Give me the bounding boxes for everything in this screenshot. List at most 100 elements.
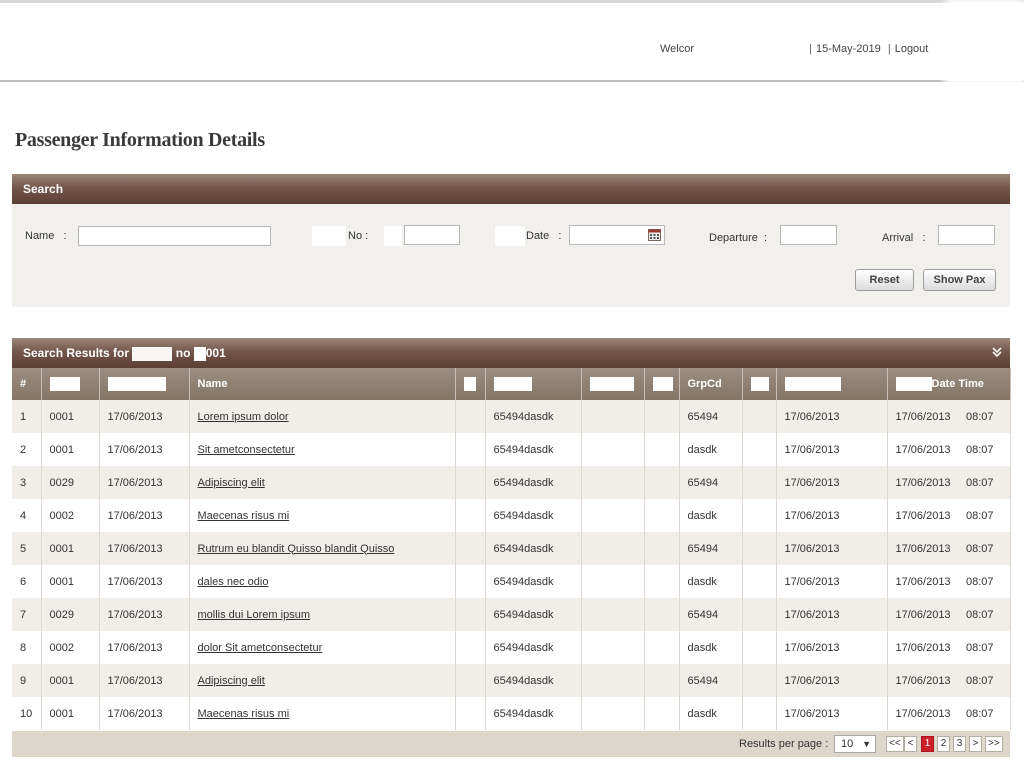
datetime-time: 08:07 (965, 608, 994, 621)
cell-redacted (644, 631, 680, 664)
page-3-button[interactable]: 3 (953, 736, 966, 752)
page-2-button[interactable]: 2 (937, 736, 950, 752)
table-row[interactable]: 2 0001 17/06/2013 Sit ametconsectetur 65494d… (12, 433, 1011, 466)
cell-redacted (581, 664, 645, 697)
cell-redacted (742, 532, 777, 565)
table-row[interactable]: 5 0001 17/06/2013 Rutrum eu blandit Quisso … (12, 532, 1011, 565)
last-page-button[interactable]: >> (985, 736, 1003, 752)
cell-redacted (644, 664, 680, 697)
name-input[interactable] (78, 226, 271, 246)
column-header-redacted[interactable] (41, 368, 100, 400)
cell-redacted (742, 466, 777, 499)
results-per-page-select[interactable]: 10 ▼ (834, 735, 876, 753)
table-row[interactable]: 9 0001 17/06/2013 Adipiscing elit 65494dasdk… (12, 664, 1011, 697)
page-1-button[interactable]: 1 (921, 736, 934, 752)
passenger-name-link[interactable]: Adipiscing elit (198, 675, 265, 687)
cell-redacted (455, 532, 486, 565)
name-label: Name : (25, 230, 67, 242)
datetime-time: 08:07 (965, 707, 994, 720)
cell-redacted (644, 532, 680, 565)
column-header-redacted[interactable] (581, 368, 645, 400)
column-header-name[interactable]: Name (189, 368, 456, 400)
column-header-redacted[interactable] (776, 368, 888, 400)
column-header-datetime[interactable]: Date Time (887, 368, 1011, 400)
cell-date: 17/06/2013 (99, 499, 190, 532)
cell-reference: 65494dasdk (485, 400, 582, 433)
passenger-name-link[interactable]: Adipiscing elit (198, 477, 265, 489)
passenger-name-link[interactable]: Maecenas risus mi (198, 510, 290, 522)
first-page-button[interactable]: << (886, 736, 904, 752)
passenger-name-link[interactable]: dales nec odio (198, 576, 269, 588)
reset-button[interactable]: Reset (855, 269, 914, 291)
cell-redacted (455, 499, 486, 532)
cell-grpcd: dasdk (679, 697, 743, 730)
cell-name: dolor Sit ametconsectetur (189, 631, 456, 664)
passenger-name-link[interactable]: mollis dui Lorem ipsum (198, 609, 310, 621)
cell-datetime: 17/06/2013 08:07 (887, 466, 1011, 499)
cell-grpcd: 65494 (679, 598, 743, 631)
departure-label: Departure : (709, 232, 768, 244)
cell-redacted (581, 400, 645, 433)
passenger-name-link[interactable]: Rutrum eu blandit Quisso blandit Quisso (198, 543, 395, 555)
date-input[interactable] (569, 225, 665, 245)
cell-redacted (742, 400, 777, 433)
cell-code: 0001 (41, 664, 100, 697)
column-header-index[interactable]: # (12, 368, 42, 400)
prev-page-button[interactable]: < (904, 736, 917, 752)
datetime-time: 08:07 (965, 674, 994, 687)
table-row[interactable]: 6 0001 17/06/2013 dales nec odio 65494dasdk d… (12, 565, 1011, 598)
cell-date-2: 17/06/2013 (776, 664, 888, 697)
current-date: 15-May-2019 (815, 43, 881, 55)
cell-redacted (581, 598, 645, 631)
calendar-icon[interactable] (648, 229, 661, 241)
next-page-button[interactable]: > (969, 736, 982, 752)
collapse-icon[interactable] (992, 346, 1002, 358)
cell-redacted (644, 466, 680, 499)
datetime-date: 17/06/2013 (895, 509, 951, 522)
redacted-corner-area (946, 3, 1024, 81)
passenger-name-link[interactable]: Maecenas risus mi (198, 708, 290, 720)
cell-grpcd: 65494 (679, 466, 743, 499)
passenger-name-link[interactable]: Sit ametconsectetur (198, 444, 295, 456)
cell-reference: 65494dasdk (485, 697, 582, 730)
table-row[interactable]: 4 0002 17/06/2013 Maecenas risus mi 65494das… (12, 499, 1011, 532)
logout-link[interactable]: Logout (895, 43, 929, 55)
datetime-time: 08:07 (965, 509, 994, 522)
cell-reference: 65494dasdk (485, 664, 582, 697)
cell-index: 10 (12, 697, 42, 730)
datetime-date: 17/06/2013 (895, 410, 951, 423)
chevron-down-icon: ▼ (862, 739, 871, 749)
cell-code: 0002 (41, 499, 100, 532)
cell-redacted (644, 565, 680, 598)
column-header-redacted[interactable] (455, 368, 486, 400)
arrival-input[interactable] (938, 225, 995, 245)
cell-reference: 65494dasdk (485, 499, 582, 532)
passenger-name-link[interactable]: Lorem ipsum dolor (198, 411, 289, 423)
cell-redacted (455, 664, 486, 697)
cell-date: 17/06/2013 (99, 697, 190, 730)
cell-redacted (742, 697, 777, 730)
column-header-grpcd[interactable]: GrpCd (679, 368, 743, 400)
number-input[interactable] (404, 225, 460, 245)
column-header-redacted[interactable] (644, 368, 680, 400)
column-header-redacted[interactable] (485, 368, 582, 400)
redacted-logo-area (14, 23, 404, 57)
column-header-redacted[interactable] (99, 368, 190, 400)
cell-name: Sit ametconsectetur (189, 433, 456, 466)
table-row[interactable]: 10 0001 17/06/2013 Maecenas risus mi 65494da… (12, 697, 1011, 730)
cell-redacted (581, 697, 645, 730)
welcome-text: Welcor (660, 43, 695, 55)
passenger-name-link[interactable]: dolor Sit ametconsectetur (198, 642, 323, 654)
table-row[interactable]: 8 0002 17/06/2013 dolor Sit ametconsectetur… (12, 631, 1011, 664)
table-row[interactable]: 7 0029 17/06/2013 mollis dui Lorem ipsum 654… (12, 598, 1011, 631)
departure-input[interactable] (780, 225, 837, 245)
cell-redacted (581, 466, 645, 499)
table-row[interactable]: 1 0001 17/06/2013 Lorem ipsum dolor 65494das… (12, 400, 1011, 433)
show-pax-button[interactable]: Show Pax (923, 269, 996, 291)
column-header-redacted[interactable] (742, 368, 777, 400)
user-info: Welcor | 15-May-2019 | Logout (660, 43, 929, 55)
cell-redacted (455, 400, 486, 433)
cell-index: 5 (12, 532, 42, 565)
table-row[interactable]: 3 0029 17/06/2013 Adipiscing elit 65494dasdk… (12, 466, 1011, 499)
cell-redacted (455, 697, 486, 730)
